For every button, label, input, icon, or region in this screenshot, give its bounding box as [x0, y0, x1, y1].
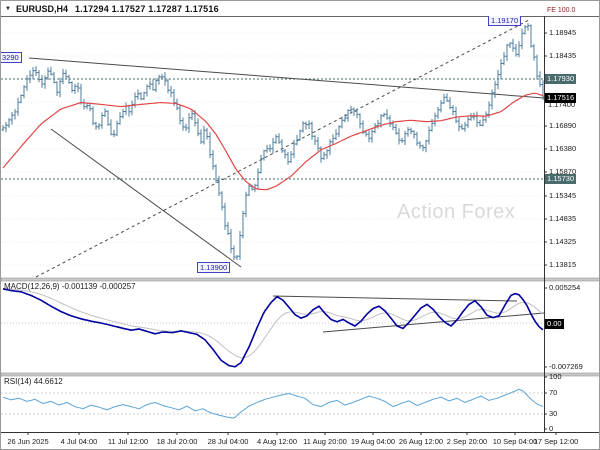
chart-area[interactable]: Action Forex FE 100.0 1.19170 3290 1.139…: [1, 1, 599, 449]
time-axis-label: 4 Jul 04:00: [61, 437, 98, 446]
rsi-axis-label: 100: [549, 372, 562, 381]
time-axis-label: 19 Aug 04:00: [351, 437, 395, 446]
time-axis-label: 28 Jul 04:00: [208, 437, 249, 446]
rsi-value: 44.6612: [34, 377, 63, 386]
macd-main-line: [3, 289, 543, 367]
panel-splitter-macd: [1, 278, 600, 281]
macd-signal-line: [3, 289, 543, 358]
rsi-axis-label: 30: [549, 409, 557, 418]
rsi-indicator-label: RSI(14) 44.6612: [4, 377, 63, 386]
time-axis-label: 11 Aug 20:00: [303, 437, 347, 446]
price-callout-left[interactable]: 3290: [0, 52, 22, 63]
rsi-axis-label: 0: [549, 424, 553, 433]
level-price-badge: 1.17930: [545, 74, 576, 84]
ohlc-values: 1.17294 1.17527 1.17287 1.17516: [75, 4, 219, 14]
price-axis-label: 1.14835: [549, 214, 576, 223]
price-axis-label: 1.18945: [549, 28, 576, 37]
time-axis-label: 10 Sep 04:00: [493, 437, 538, 446]
macd-upper-line: [273, 296, 517, 301]
time-axis-label: 2 Sep 20:00: [447, 437, 487, 446]
macd-value-main: -0.001139: [62, 282, 97, 291]
current-price-badge: 1.17516: [545, 93, 576, 103]
chart-window: ▼ EURUSD,H4 1.17294 1.17527 1.17287 1.17…: [0, 0, 600, 450]
macd-name: MACD(12,26,9): [4, 282, 60, 291]
price-callout-high[interactable]: 1.19170: [488, 15, 521, 26]
price-axis-label: 1.14325: [549, 237, 576, 246]
price-axis-label: 1.16890: [549, 121, 576, 130]
price-axis-label: 1.16380: [549, 144, 576, 153]
macd-indicator-label: MACD(12,26,9) -0.001139 -0.000257: [4, 282, 136, 291]
macd-value-signal: -0.000257: [99, 282, 135, 291]
panel-splitter-rsi: [1, 373, 600, 376]
macd-axis-label: -0.007269: [549, 362, 583, 371]
price-bars: [2, 23, 545, 260]
time-axis-label: 11 Jul 12:00: [108, 437, 148, 446]
price-axis-label: 1.13815: [549, 260, 576, 269]
time-axis-label: 26 Aug 12:00: [399, 437, 443, 446]
price-callout-low[interactable]: 1.13900: [197, 262, 230, 273]
macd-axis-label: 0.005254: [549, 283, 580, 292]
time-axis-label: 17 Sep 12:00: [534, 437, 579, 446]
time-axis-label: 26 Jun 2025: [7, 437, 48, 446]
chart-canvas[interactable]: [1, 1, 600, 450]
time-axis-label: 18 Jul 20:00: [157, 437, 198, 446]
rsi-name: RSI(14): [4, 377, 32, 386]
price-axis-label: 1.18435: [549, 51, 576, 60]
steep-downtrend: [51, 129, 241, 267]
chart-titlebar: ▼ EURUSD,H4 1.17294 1.17527 1.17287 1.17…: [1, 1, 599, 16]
descending-resistance: [29, 58, 544, 98]
fibonacci-expansion-label: FE 100.0: [547, 7, 575, 14]
time-axis-label: 4 Aug 12:00: [257, 437, 297, 446]
symbol-timeframe: EURUSD,H4: [16, 4, 68, 14]
symbol-dropdown-icon[interactable]: ▼: [5, 6, 11, 12]
level-price-badge: 1.15730: [545, 174, 576, 184]
rsi-axis-label: 70: [549, 388, 557, 397]
macd-lower-line: [323, 313, 544, 332]
macd-current-badge: 0.00: [545, 319, 564, 329]
price-axis-label: 1.15345: [549, 191, 576, 200]
